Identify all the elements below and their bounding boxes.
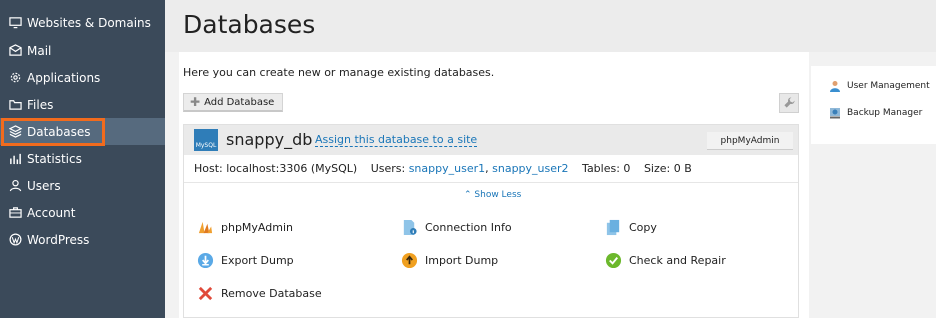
sidebar-item-users[interactable]: Users — [0, 172, 165, 199]
divider — [184, 182, 798, 183]
database-size: Size: 0 B — [643, 162, 692, 175]
sidebar-item-databases[interactable]: Databases — [0, 118, 165, 145]
wordpress-icon — [8, 233, 22, 247]
tables-count: Tables: 0 — [582, 162, 631, 175]
action-label: Import Dump — [425, 253, 499, 267]
sidebar-item-label: Databases — [27, 124, 91, 139]
host-info: Host: localhost:3306 (MySQL) — [194, 162, 358, 175]
database-card: MySQL snappy_db Assign this database to … — [183, 124, 799, 318]
folder-icon — [8, 98, 22, 112]
action-connection-info[interactable]: Connection Info — [400, 217, 512, 237]
user-link-snappy-user1[interactable]: snappy_user1 — [409, 162, 485, 175]
users-label: Users: — [370, 162, 406, 175]
add-database-label: Add Database — [204, 96, 275, 108]
right-side-panel: User Management Backup Manager — [811, 66, 936, 144]
sidebar-item-statistics[interactable]: Statistics — [0, 145, 165, 172]
import-icon — [400, 251, 418, 269]
intro-text: Here you can create new or manage existi… — [183, 66, 495, 79]
action-label: Export Dump — [221, 253, 294, 267]
user-management-link[interactable]: User Management — [829, 78, 930, 94]
sidebar-item-wordpress[interactable]: WordPress — [0, 226, 165, 253]
user-icon — [8, 179, 22, 193]
backup-manager-link[interactable]: Backup Manager — [829, 105, 922, 121]
user-link-snappy-user2[interactable]: snappy_user2 — [492, 162, 568, 175]
page-header: Databases — [165, 0, 936, 52]
sidebar-item-account[interactable]: Account — [0, 199, 165, 226]
backup-manager-label: Backup Manager — [847, 108, 923, 118]
page-title: Databases — [183, 10, 316, 39]
database-card-header: MySQL snappy_db Assign this database to … — [184, 125, 798, 155]
mysql-logo-text: MySQL — [195, 142, 217, 149]
users-separator: , — [485, 162, 489, 175]
sidebar-item-websites-domains[interactable]: Websites & Domains — [0, 9, 165, 36]
sidebar-item-label: WordPress — [27, 232, 90, 247]
action-label: phpMyAdmin — [221, 220, 293, 234]
monitor-icon — [8, 16, 22, 30]
sidebar-item-mail[interactable]: Mail — [0, 37, 165, 64]
mysql-logo-icon: MySQL — [194, 129, 218, 151]
export-icon — [196, 251, 214, 269]
sidebar-item-label: Mail — [27, 43, 52, 58]
action-check-and-repair[interactable]: Check and Repair — [604, 250, 726, 270]
plus-icon: ✚ — [190, 95, 201, 109]
database-info: Host: localhost:3306 (MySQL) Users: snap… — [194, 162, 692, 175]
action-copy[interactable]: Copy — [604, 217, 657, 237]
action-label: Remove Database — [221, 286, 322, 300]
assign-to-site-link[interactable]: Assign this database to a site — [315, 133, 478, 147]
wrench-icon — [783, 94, 796, 113]
main-area: Databases Here you can create new or man… — [165, 0, 936, 318]
action-export-dump[interactable]: Export Dump — [196, 250, 294, 270]
sidebar-item-label: Applications — [27, 70, 101, 85]
action-remove-database[interactable]: Remove Database — [196, 283, 322, 303]
action-label: Check and Repair — [629, 253, 726, 267]
action-import-dump[interactable]: Import Dump — [400, 250, 498, 270]
add-database-button[interactable]: ✚ Add Database — [183, 93, 283, 112]
action-label: Connection Info — [425, 220, 512, 234]
sidebar-item-label: Files — [27, 97, 54, 112]
copy-icon — [604, 218, 622, 236]
check-icon — [604, 251, 622, 269]
sidebar-item-label: Account — [27, 205, 76, 220]
phpmyadmin-button[interactable]: phpMyAdmin — [707, 132, 793, 150]
settings-wrench-button[interactable] — [779, 93, 799, 113]
sidebar-item-files[interactable]: Files — [0, 91, 165, 118]
remove-icon — [196, 284, 214, 302]
sidebar: Websites & Domains Mail Applications Fil… — [0, 0, 165, 318]
bar-chart-icon — [8, 152, 22, 166]
mail-icon — [8, 44, 22, 58]
databases-content: Here you can create new or manage existi… — [179, 52, 809, 318]
sidebar-item-label: Users — [27, 178, 61, 193]
layers-icon — [8, 125, 22, 139]
connection-info-icon — [400, 218, 418, 236]
user-management-label: User Management — [847, 81, 930, 91]
user-management-icon — [829, 80, 841, 92]
phpmyadmin-icon — [196, 218, 214, 236]
gear-icon — [8, 71, 22, 85]
sidebar-item-label: Statistics — [27, 151, 82, 166]
database-name: snappy_db — [226, 130, 313, 149]
sidebar-item-label: Websites & Domains — [27, 15, 151, 30]
backup-manager-icon — [829, 107, 841, 119]
briefcase-icon — [8, 206, 22, 220]
show-less-toggle[interactable]: ⌃ Show Less — [464, 190, 521, 200]
action-phpmyadmin[interactable]: phpMyAdmin — [196, 217, 293, 237]
sidebar-item-applications[interactable]: Applications — [0, 64, 165, 91]
action-label: Copy — [629, 220, 657, 234]
